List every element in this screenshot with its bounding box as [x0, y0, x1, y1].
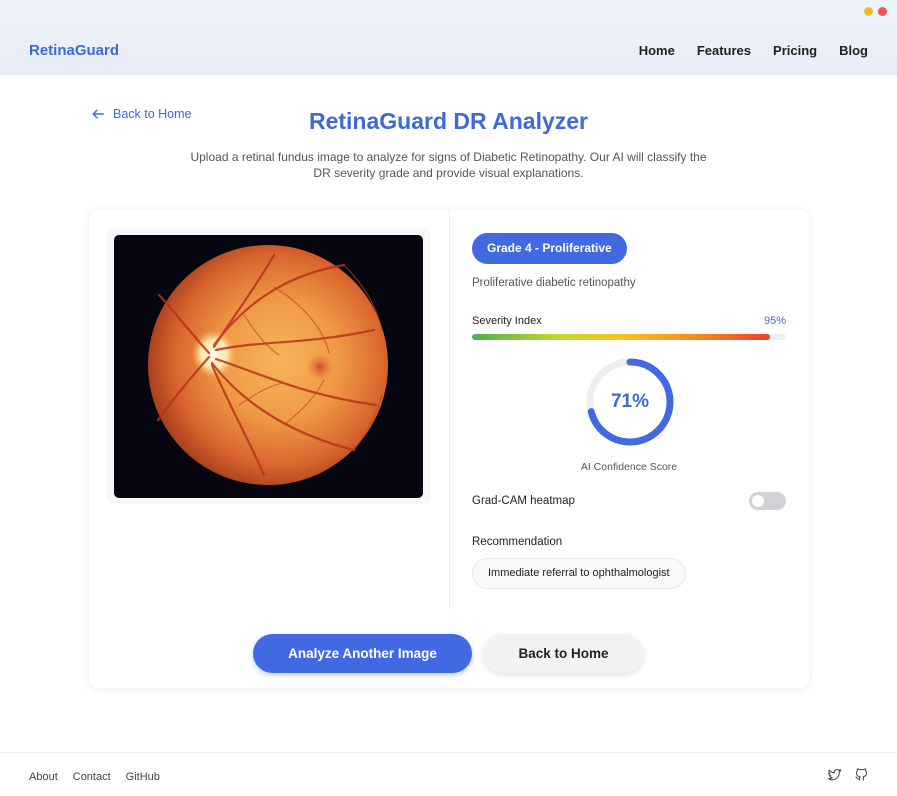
- confidence-value: 71%: [610, 391, 650, 412]
- severity-bar: [472, 334, 786, 340]
- footer-github-link[interactable]: GitHub: [126, 771, 160, 783]
- toggle-knob: [752, 495, 764, 507]
- confidence-caption: AI Confidence Score: [580, 461, 678, 473]
- footer-about-link[interactable]: About: [29, 771, 58, 783]
- severity-label: Severity Index: [472, 315, 542, 327]
- page-subtitle: Upload a retinal fundus image to analyze…: [190, 150, 707, 180]
- analyze-another-button[interactable]: Analyze Another Image: [253, 634, 472, 673]
- severity-bar-fill: [472, 334, 771, 340]
- footer-contact-link[interactable]: Contact: [73, 771, 111, 783]
- image-panel: [107, 228, 431, 504]
- card-divider: [449, 210, 450, 610]
- nav-home[interactable]: Home: [639, 43, 675, 58]
- social-icons: [827, 767, 869, 782]
- heatmap-label: Grad-CAM heatmap: [472, 495, 575, 507]
- github-icon[interactable]: [854, 767, 869, 782]
- nav-blog[interactable]: Blog: [839, 43, 868, 58]
- main-nav: Home Features Pricing Blog: [639, 43, 868, 58]
- recommendation-pill: Immediate referral to ophthalmologist: [472, 558, 686, 589]
- page-title: RetinaGuard DR Analyzer: [308, 108, 589, 134]
- nav-pricing[interactable]: Pricing: [773, 43, 817, 58]
- back-home-button[interactable]: Back to Home: [483, 634, 644, 673]
- window-controls: [864, 7, 887, 16]
- grade-badge: Grade 4 - Proliferative: [472, 233, 627, 264]
- footer-divider: [0, 752, 897, 753]
- close-dot[interactable]: [878, 7, 887, 16]
- severity-value: 95%: [763, 315, 786, 327]
- result-card: Grade 4 - Proliferative Proliferative di…: [89, 210, 809, 688]
- analysis-panel: Grade 4 - Proliferative Proliferative di…: [472, 210, 786, 610]
- top-navbar: RetinaGuard Home Features Pricing Blog: [0, 0, 897, 75]
- grade-description: Proliferative diabetic retinopathy: [472, 277, 636, 289]
- twitter-icon[interactable]: [827, 767, 842, 782]
- minimize-dot[interactable]: [864, 7, 873, 16]
- fundus-image: [114, 235, 423, 498]
- nav-features[interactable]: Features: [697, 43, 751, 58]
- heatmap-toggle[interactable]: [749, 492, 786, 510]
- recommendation-label: Recommendation: [472, 536, 563, 548]
- footer-links: About Contact GitHub: [29, 771, 160, 783]
- confidence-gauge: 71%: [583, 355, 677, 449]
- brand-logo[interactable]: RetinaGuard: [29, 42, 119, 59]
